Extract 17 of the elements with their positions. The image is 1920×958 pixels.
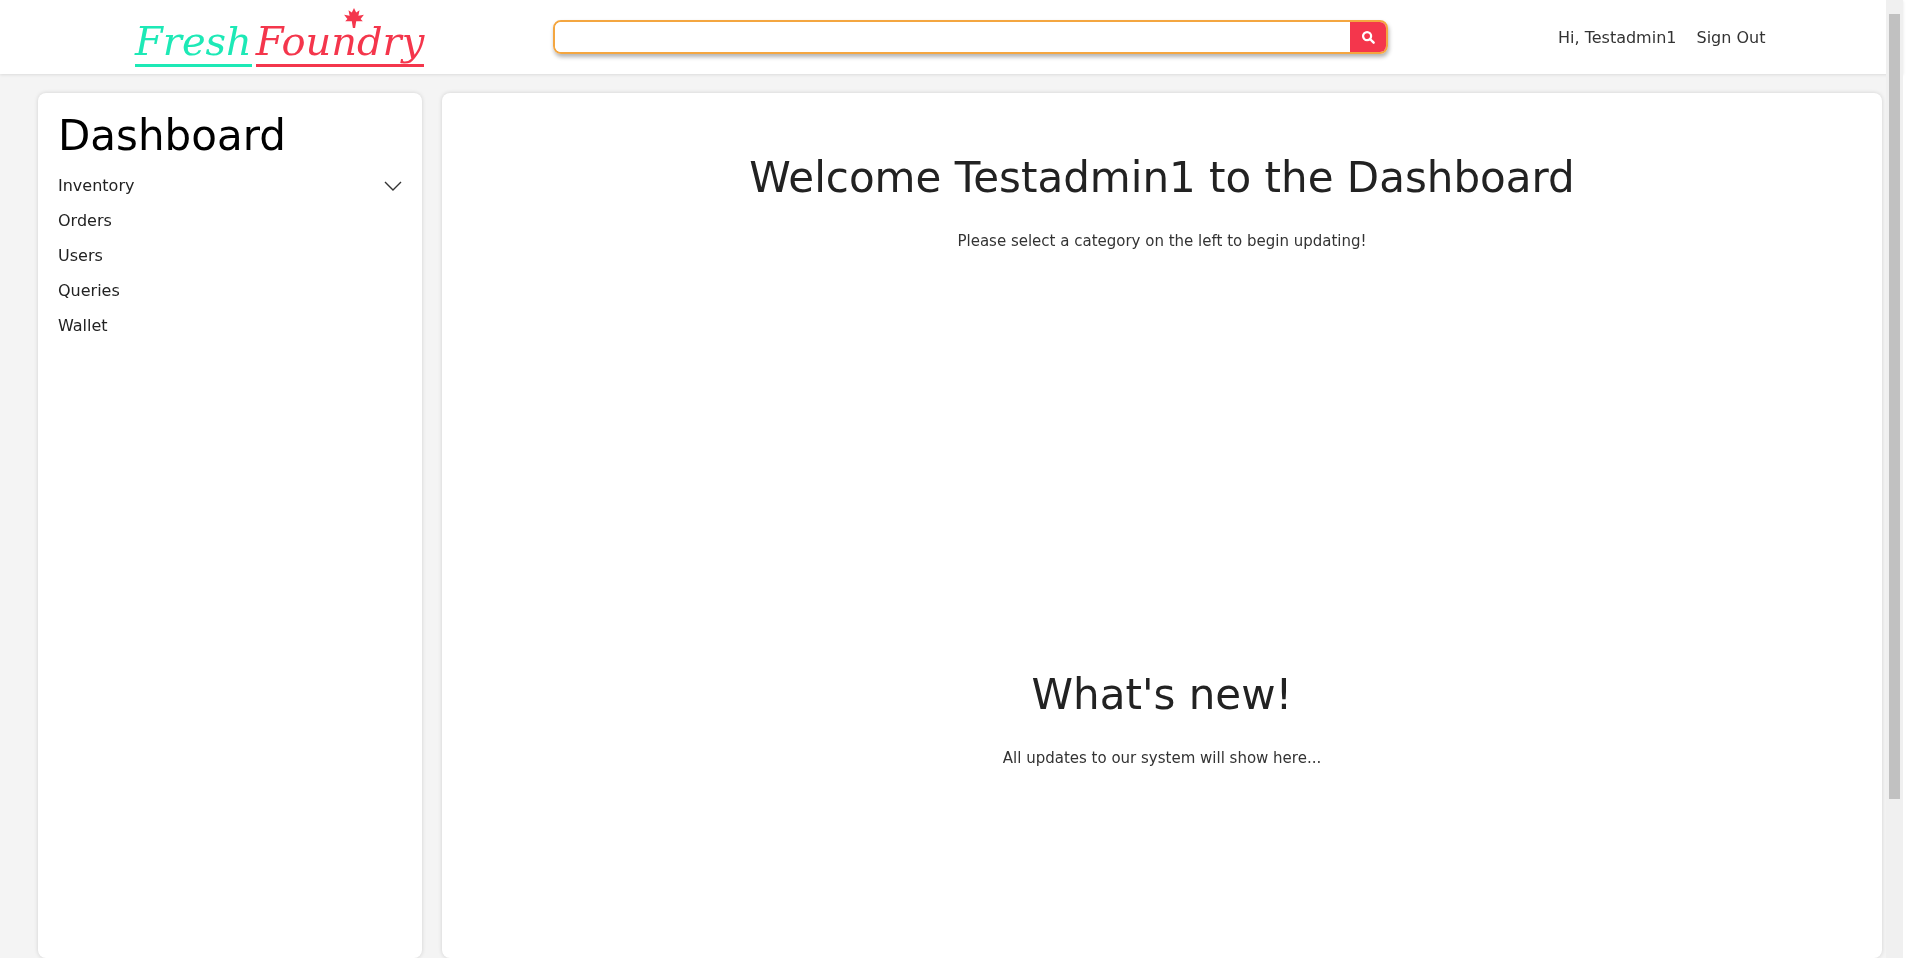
section-text: All updates to our system will show here... [1002, 749, 1322, 767]
section-heading: Welcome Testadmin1 to the Dashboard [749, 153, 1575, 202]
scrollbar[interactable] [1886, 0, 1903, 958]
search-icon [1360, 29, 1376, 45]
sidebar-item[interactable]: Queries [58, 273, 402, 308]
sidebar-item[interactable]: Wallet [58, 308, 402, 343]
sidebar-title: Dashboard [58, 111, 287, 160]
section-text: Please select a category on the left to begin updating! [957, 232, 1367, 250]
search-field[interactable] [553, 20, 1388, 54]
sidebar-item[interactable]: Inventory [58, 168, 402, 203]
greeting-link[interactable]: Hi, Testadmin1 [1558, 27, 1677, 47]
sign-out-link[interactable]: Sign Out [1696, 27, 1766, 47]
section-heading: What's new! [1031, 670, 1293, 719]
sidebar-item[interactable]: Users [58, 238, 402, 273]
sidebar-item[interactable]: Orders [58, 203, 402, 238]
chevron-down-icon [384, 180, 402, 191]
search-button[interactable] [1350, 22, 1386, 52]
